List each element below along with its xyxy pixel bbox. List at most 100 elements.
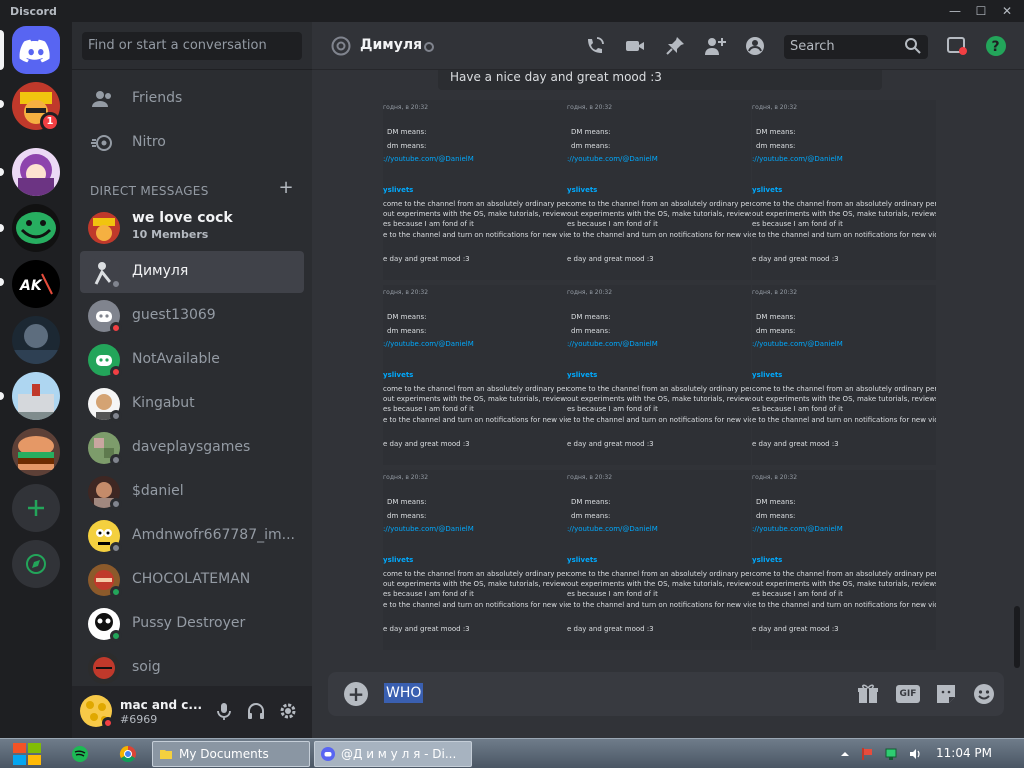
home-button[interactable] — [12, 26, 60, 74]
tile-text-p3: es because I am fond of it — [383, 590, 474, 598]
scrollbar-thumb[interactable] — [1014, 606, 1020, 668]
dm-item[interactable]: Kingabut — [80, 383, 304, 425]
tile-text-p3: es because I am fond of it — [383, 405, 474, 413]
tile-text-link[interactable]: ://youtube.com/@DanielM — [383, 525, 474, 533]
dm-name: $daniel — [132, 483, 184, 499]
dm-item[interactable]: soig — [80, 647, 304, 689]
taskbar-my-documents[interactable]: My Documents — [152, 741, 310, 767]
nitro-nav-item[interactable]: Nitro — [80, 122, 304, 164]
dm-item-group[interactable]: we love cock 10 Members — [80, 207, 304, 249]
user-profile-icon[interactable] — [744, 35, 766, 57]
microphone-icon[interactable] — [214, 701, 234, 721]
create-dm-button[interactable]: + — [278, 179, 294, 197]
dm-item[interactable]: NotAvailable — [80, 339, 304, 381]
tile-text-heading: yslivets — [752, 186, 783, 194]
dm-item[interactable]: CHOCOLATEMAN — [80, 559, 304, 601]
spotify-icon[interactable] — [70, 744, 90, 764]
tile-text-timestamp: годня, в 20:32 — [383, 474, 429, 481]
friends-nav-item[interactable]: Friends — [80, 78, 304, 120]
tile-text-link[interactable]: ://youtube.com/@DanielM — [567, 155, 658, 163]
minimize-button[interactable]: — — [946, 2, 964, 20]
dm-item[interactable]: daveplaysgames — [80, 427, 304, 469]
server-trollface[interactable] — [12, 204, 60, 252]
gift-icon[interactable] — [856, 682, 880, 706]
tile-text-p1: come to the channel from an absolutely o… — [383, 385, 567, 393]
unread-indicator — [0, 168, 4, 176]
server-building[interactable] — [12, 372, 60, 420]
status-online-icon — [110, 630, 122, 642]
network-icon[interactable] — [884, 747, 898, 761]
tile-text-link[interactable]: ://youtube.com/@DanielM — [383, 155, 474, 163]
message-input[interactable]: WHO — [384, 683, 424, 703]
divider — [72, 69, 312, 70]
tile-text-link[interactable]: ://youtube.com/@DanielM — [752, 525, 843, 533]
dm-item-dimulya[interactable]: Димуля — [80, 251, 304, 293]
status-dnd-icon — [110, 366, 122, 378]
taskbar: My Documents @Д и м у л я - Di... 11:04 … — [0, 738, 1024, 768]
tile-text-link[interactable]: ://youtube.com/@DanielM — [383, 340, 474, 348]
chrome-icon[interactable] — [118, 744, 138, 764]
tile-text-l1: DM means: — [756, 313, 796, 321]
voice-call-icon[interactable] — [584, 35, 606, 57]
tile-text-link[interactable]: ://youtube.com/@DanielM — [752, 340, 843, 348]
server-burger[interactable] — [12, 428, 60, 476]
help-icon[interactable]: ? — [985, 35, 1007, 57]
volume-icon[interactable] — [908, 747, 922, 761]
maximize-button[interactable]: ☐ — [972, 2, 990, 20]
gif-button[interactable]: GIF — [896, 682, 920, 706]
start-button[interactable] — [10, 741, 44, 767]
server-ak47[interactable]: AK — [12, 260, 60, 308]
close-button[interactable]: ✕ — [998, 2, 1016, 20]
headphones-icon[interactable] — [246, 701, 266, 721]
moon-avatar-icon — [12, 316, 60, 364]
embedded-message-tile: годня, в 20:32 DM means: dm means:://youtu… — [567, 470, 751, 650]
upload-button[interactable]: + — [344, 682, 368, 706]
dm-name: Димуля — [132, 263, 189, 279]
tile-text-l2: dm means: — [571, 512, 611, 520]
status-offline-icon — [110, 454, 122, 466]
dm-item[interactable]: $daniel — [80, 471, 304, 513]
tile-text-timestamp: годня, в 20:32 — [383, 289, 429, 296]
dm-item[interactable]: guest13069 — [80, 295, 304, 337]
tile-text-p4: e to the channel and turn on notificatio… — [752, 416, 936, 424]
flag-icon[interactable] — [860, 747, 874, 761]
emoji-icon[interactable] — [972, 682, 996, 706]
taskbar-discord[interactable]: @Д и м у л я - Di... — [314, 741, 472, 767]
tile-text-heading: yslivets — [567, 371, 598, 379]
tile-text-l2: dm means: — [571, 327, 611, 335]
tile-text-p1: come to the channel from an absolutely o… — [567, 200, 751, 208]
video-call-icon[interactable] — [624, 35, 646, 57]
user-tag: #6969 — [120, 713, 158, 726]
tile-text-p1: come to the channel from an absolutely o… — [752, 385, 936, 393]
tile-text-p3: es because I am fond of it — [752, 220, 843, 228]
sticker-icon[interactable] — [934, 682, 958, 706]
show-hidden-icons-icon[interactable] — [838, 747, 852, 761]
tile-text-p3: es because I am fond of it — [752, 590, 843, 598]
tile-text-link[interactable]: ://youtube.com/@DanielM — [567, 525, 658, 533]
dm-name: Amdnwofr667787_im... — [132, 527, 295, 543]
server-moon[interactable] — [12, 316, 60, 364]
tile-text-p2: out experiments with the OS, make tutori… — [567, 210, 751, 218]
add-friend-icon[interactable] — [704, 35, 726, 57]
gear-icon[interactable] — [278, 701, 298, 721]
tile-text-link[interactable]: ://youtube.com/@DanielM — [567, 340, 658, 348]
server-anime-girl[interactable] — [12, 148, 60, 196]
tile-text-l2: dm means: — [387, 512, 427, 520]
unread-indicator — [0, 100, 4, 108]
building-avatar-icon — [12, 372, 60, 420]
tile-text-p1: come to the channel from an absolutely o… — [383, 570, 567, 578]
explore-servers-button[interactable] — [12, 540, 60, 588]
dm-item[interactable]: Amdnwofr667787_im... — [80, 515, 304, 557]
inbox-icon[interactable] — [946, 35, 968, 57]
dm-item[interactable]: Pussy Destroyer — [80, 603, 304, 645]
tile-text-p4: e to the channel and turn on notificatio… — [383, 601, 567, 609]
tile-text-heading: yslivets — [383, 556, 414, 564]
tile-text-link[interactable]: ://youtube.com/@DanielM — [752, 155, 843, 163]
status-offline-icon — [110, 498, 122, 510]
dm-search-input[interactable]: Find or start a conversation — [82, 32, 302, 60]
tile-text-l2: dm means: — [756, 327, 796, 335]
pin-icon[interactable] — [664, 35, 686, 57]
add-server-button[interactable] — [12, 484, 60, 532]
scrollbar[interactable] — [1012, 70, 1020, 670]
tile-text-p4: e to the channel and turn on notificatio… — [383, 231, 567, 239]
